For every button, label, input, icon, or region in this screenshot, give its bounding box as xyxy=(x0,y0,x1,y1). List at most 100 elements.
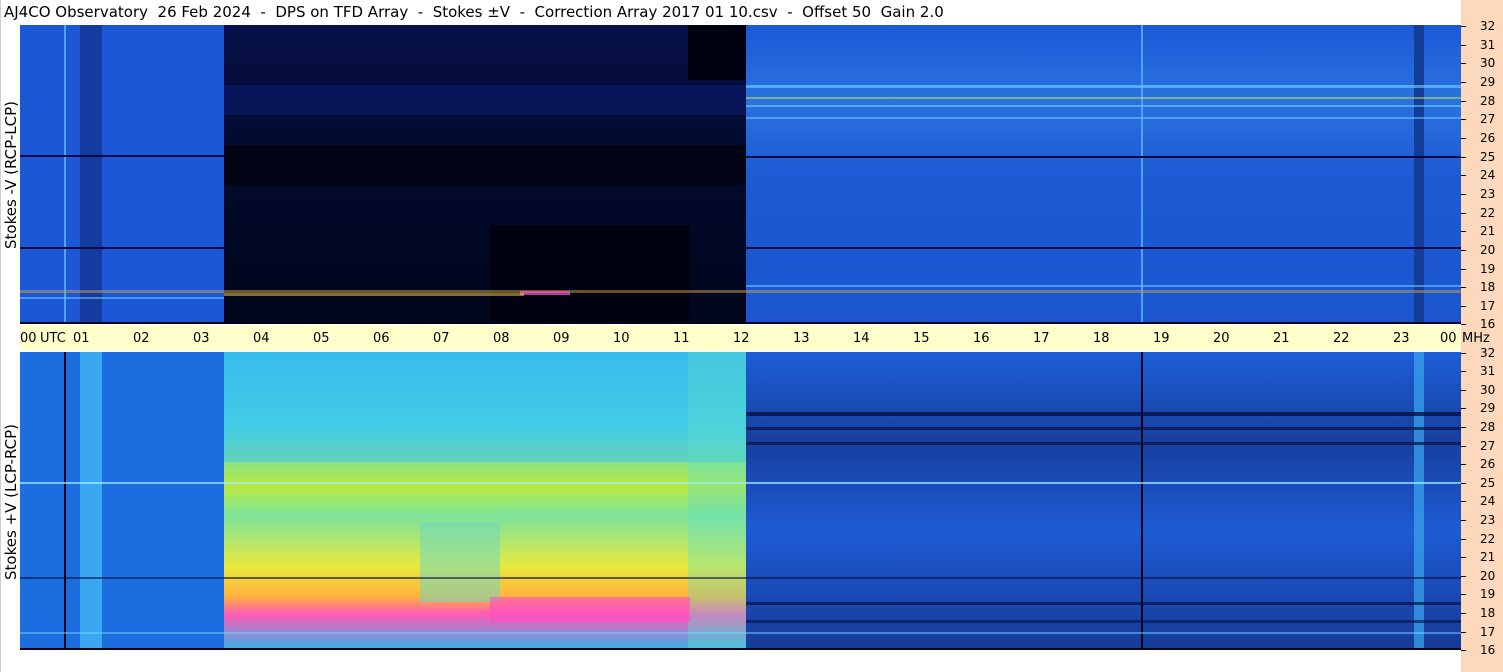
top-freq-mark-30 xyxy=(1461,63,1466,64)
utc-tick-24: 00 xyxy=(1440,331,1457,346)
bottom-freq-18: 18 xyxy=(1480,606,1496,620)
bottom-freq-29: 29 xyxy=(1480,401,1496,415)
bottom-freq-mark-17 xyxy=(1461,632,1466,633)
top-freq-24: 24 xyxy=(1480,168,1496,182)
utc-tick-01: 01 xyxy=(73,331,90,346)
utc-tick-19: 19 xyxy=(1153,331,1170,346)
top-freq-mark-20 xyxy=(1461,250,1466,251)
top-freq-25: 25 xyxy=(1480,150,1496,164)
top-freq-21: 21 xyxy=(1480,224,1496,238)
utc-tick-12: 12 xyxy=(733,331,750,346)
bottom-freq-30: 30 xyxy=(1480,383,1496,397)
top-freq-29: 29 xyxy=(1480,75,1496,89)
bottom-freq-mark-18 xyxy=(1461,613,1466,614)
top-freq-32: 32 xyxy=(1480,19,1496,33)
bottom-freq-22: 22 xyxy=(1480,532,1496,546)
bottom-freq-mark-31 xyxy=(1461,371,1466,372)
time-axis: 00 UTC 01 02 03 04 05 06 07 08 09 10 11 … xyxy=(20,325,1490,351)
top-freq-28: 28 xyxy=(1480,94,1496,108)
utc-tick-22: 22 xyxy=(1333,331,1350,346)
top-freq-mark-18 xyxy=(1461,287,1466,288)
utc-tick-00: 00 xyxy=(20,331,37,346)
top-freq-17: 17 xyxy=(1480,299,1496,313)
bottom-freq-mark-19 xyxy=(1461,594,1466,595)
top-freq-20: 20 xyxy=(1480,243,1496,257)
top-freq-30: 30 xyxy=(1480,56,1496,70)
bottom-freq-mark-22 xyxy=(1461,539,1466,540)
top-freq-mark-28 xyxy=(1461,101,1466,102)
utc-tick-10: 10 xyxy=(613,331,630,346)
bottom-freq-31: 31 xyxy=(1480,364,1496,378)
bottom-freq-mark-26 xyxy=(1461,464,1466,465)
top-freq-mark-21 xyxy=(1461,231,1466,232)
bottom-spectrogram xyxy=(20,352,1461,650)
bottom-freq-19: 19 xyxy=(1480,587,1496,601)
top-freq-mark-27 xyxy=(1461,119,1466,120)
utc-tick-07: 07 xyxy=(433,331,450,346)
bottom-freq-17: 17 xyxy=(1480,625,1496,639)
bottom-freq-mark-23 xyxy=(1461,520,1466,521)
utc-tick-09: 09 xyxy=(553,331,570,346)
bottom-freq-mark-30 xyxy=(1461,390,1466,391)
top-freq-mark-24 xyxy=(1461,175,1466,176)
utc-tick-05: 05 xyxy=(313,331,330,346)
top-freq-mark-25 xyxy=(1461,157,1466,158)
bottom-freq-24: 24 xyxy=(1480,494,1496,508)
top-freq-mark-16 xyxy=(1461,324,1466,325)
top-spectrogram xyxy=(20,25,1461,324)
utc-tick-06: 06 xyxy=(373,331,390,346)
utc-tick-17: 17 xyxy=(1033,331,1050,346)
bottom-freq-mark-20 xyxy=(1461,576,1466,577)
utc-tick-16: 16 xyxy=(973,331,990,346)
bottom-freq-26: 26 xyxy=(1480,457,1496,471)
bottom-freq-16: 16 xyxy=(1480,643,1496,657)
chart-title: AJ4CO Observatory 26 Feb 2024 - DPS on T… xyxy=(4,3,944,21)
top-freq-16: 16 xyxy=(1480,317,1496,331)
bottom-freq-25: 25 xyxy=(1480,476,1496,490)
utc-tick-14: 14 xyxy=(853,331,870,346)
bottom-freq-mark-28 xyxy=(1461,427,1466,428)
bottom-freq-20: 20 xyxy=(1480,569,1496,583)
utc-tick-02: 02 xyxy=(133,331,150,346)
bottom-freq-21: 21 xyxy=(1480,550,1496,564)
bottom-freq-mark-27 xyxy=(1461,446,1466,447)
utc-tick-21: 21 xyxy=(1273,331,1290,346)
bottom-panel-ylabel: Stokes +V (LCP-RCP) xyxy=(2,424,20,580)
bottom-freq-27: 27 xyxy=(1480,439,1496,453)
top-freq-22: 22 xyxy=(1480,206,1496,220)
utc-tick-03: 03 xyxy=(193,331,210,346)
top-panel-ylabel: Stokes -V (RCP-LCP) xyxy=(2,101,20,249)
top-freq-18: 18 xyxy=(1480,280,1496,294)
bottom-freq-mark-21 xyxy=(1461,557,1466,558)
bottom-freq-23: 23 xyxy=(1480,513,1496,527)
top-freq-23: 23 xyxy=(1480,187,1496,201)
top-freq-mark-17 xyxy=(1461,306,1466,307)
utc-tick-13: 13 xyxy=(793,331,810,346)
bottom-freq-mark-25 xyxy=(1461,483,1466,484)
utc-tick-23: 23 xyxy=(1393,331,1410,346)
bottom-freq-mark-24 xyxy=(1461,501,1466,502)
top-freq-mark-31 xyxy=(1461,45,1466,46)
utc-tick-11: 11 xyxy=(673,331,690,346)
utc-tick-20: 20 xyxy=(1213,331,1230,346)
top-freq-mark-22 xyxy=(1461,213,1466,214)
utc-tick-18: 18 xyxy=(1093,331,1110,346)
top-freq-mark-29 xyxy=(1461,82,1466,83)
utc-label: UTC xyxy=(40,331,66,346)
top-freq-mark-26 xyxy=(1461,138,1466,139)
utc-tick-08: 08 xyxy=(493,331,510,346)
top-freq-mark-19 xyxy=(1461,269,1466,270)
top-freq-mark-32 xyxy=(1461,26,1466,27)
top-freq-31: 31 xyxy=(1480,38,1496,52)
bottom-freq-32: 32 xyxy=(1480,346,1496,360)
bottom-freq-mark-16 xyxy=(1461,650,1466,651)
bottom-freq-28: 28 xyxy=(1480,420,1496,434)
utc-tick-04: 04 xyxy=(253,331,270,346)
mhz-label: MHz xyxy=(1462,331,1490,346)
bottom-freq-mark-32 xyxy=(1461,353,1466,354)
top-freq-26: 26 xyxy=(1480,131,1496,145)
top-freq-19: 19 xyxy=(1480,262,1496,276)
bottom-freq-mark-29 xyxy=(1461,408,1466,409)
top-freq-mark-23 xyxy=(1461,194,1466,195)
top-freq-27: 27 xyxy=(1480,112,1496,126)
